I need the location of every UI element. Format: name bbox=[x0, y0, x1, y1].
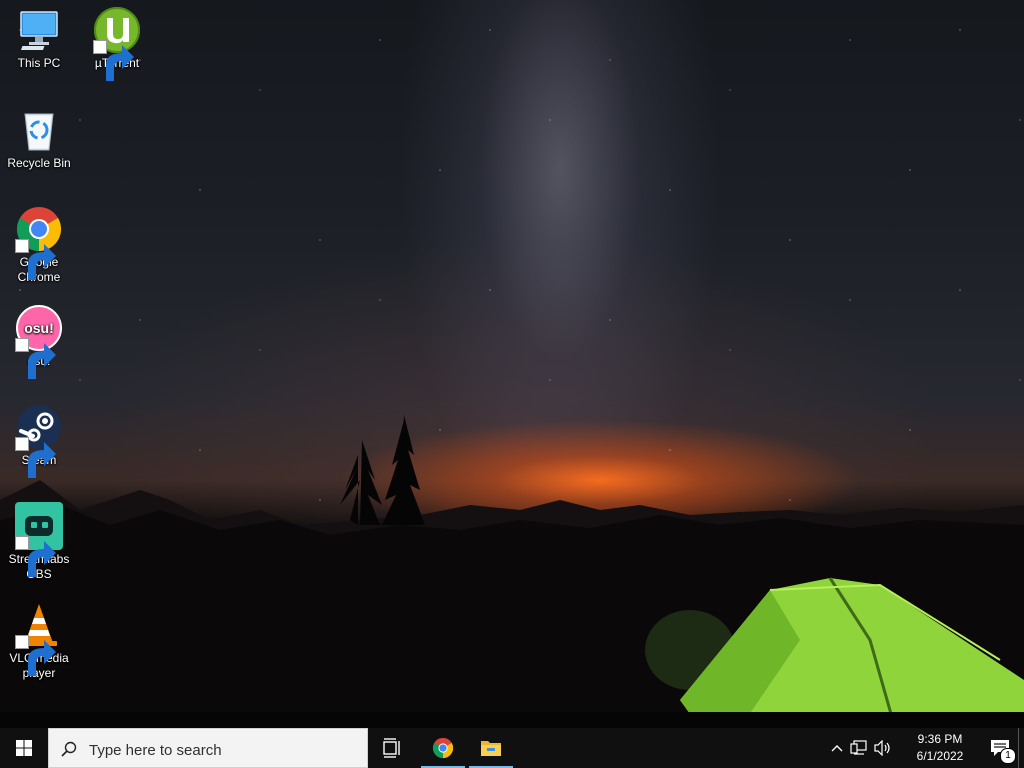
volume-icon[interactable] bbox=[874, 740, 892, 756]
streamlabs-obs-icon bbox=[15, 502, 63, 577]
steam-icon bbox=[15, 403, 63, 478]
desktop-icon-steam[interactable]: Steam bbox=[1, 403, 77, 478]
taskbar-search-box[interactable] bbox=[48, 728, 368, 768]
search-input[interactable] bbox=[87, 738, 361, 762]
desktop[interactable]: This PC µTorrent Recycle Bin Google Chro… bbox=[0, 0, 1024, 728]
shortcut-arrow-icon bbox=[15, 536, 56, 577]
desktop-icon-label: Recycle Bin bbox=[7, 156, 71, 170]
show-desktop-button[interactable] bbox=[1018, 728, 1024, 768]
wallpaper-landscape bbox=[0, 415, 1024, 728]
task-view-icon bbox=[383, 738, 400, 758]
system-tray: 9:36 PM 6/1/2022 1 bbox=[828, 728, 1024, 768]
shortcut-arrow-icon bbox=[93, 40, 134, 81]
shortcut-arrow-icon bbox=[15, 437, 56, 478]
task-view-button[interactable] bbox=[368, 728, 416, 768]
shortcut-arrow-icon bbox=[15, 635, 56, 676]
osu-logo-text: osu! bbox=[24, 320, 54, 336]
chevron-up-icon[interactable] bbox=[830, 741, 844, 755]
network-icon[interactable] bbox=[850, 740, 868, 756]
clock-time: 9:36 PM bbox=[917, 732, 963, 746]
desktop-icon-utorrent[interactable]: µTorrent bbox=[79, 6, 155, 81]
desktop-icon-google-chrome[interactable]: Google Chrome bbox=[1, 205, 77, 285]
osu-icon: osu! bbox=[15, 304, 63, 379]
action-center-button[interactable]: 1 bbox=[984, 728, 1016, 768]
vlc-icon bbox=[15, 601, 63, 676]
computer-icon bbox=[15, 6, 63, 54]
desktop-icon-label: This PC bbox=[17, 56, 61, 70]
taskbar: 9:36 PM 6/1/2022 1 bbox=[0, 728, 1024, 768]
windows-logo-icon bbox=[16, 740, 32, 756]
notification-count-badge: 1 bbox=[1000, 748, 1016, 764]
desktop-icon-this-pc[interactable]: This PC bbox=[1, 6, 77, 71]
utorrent-icon bbox=[93, 6, 141, 81]
taskbar-clock[interactable]: 9:36 PM 6/1/2022 bbox=[906, 731, 974, 765]
chrome-icon bbox=[432, 737, 454, 759]
taskbar-chrome-button[interactable] bbox=[419, 728, 467, 768]
shortcut-arrow-icon bbox=[15, 239, 56, 280]
desktop-icon-vlc[interactable]: VLC media player bbox=[1, 601, 77, 681]
recycle-bin-icon bbox=[15, 106, 63, 154]
chrome-icon bbox=[15, 205, 63, 280]
folder-icon bbox=[481, 741, 501, 756]
desktop-icon-osu[interactable]: osu! osu! bbox=[1, 304, 77, 379]
taskbar-file-explorer-button[interactable] bbox=[467, 728, 515, 768]
desktop-icon-streamlabs-obs[interactable]: Streamlabs OBS bbox=[1, 502, 77, 582]
clock-date: 6/1/2022 bbox=[916, 749, 964, 763]
start-button[interactable] bbox=[0, 728, 48, 768]
search-icon bbox=[61, 741, 77, 757]
shortcut-arrow-icon bbox=[15, 338, 56, 379]
desktop-icon-recycle-bin[interactable]: Recycle Bin bbox=[1, 106, 77, 171]
